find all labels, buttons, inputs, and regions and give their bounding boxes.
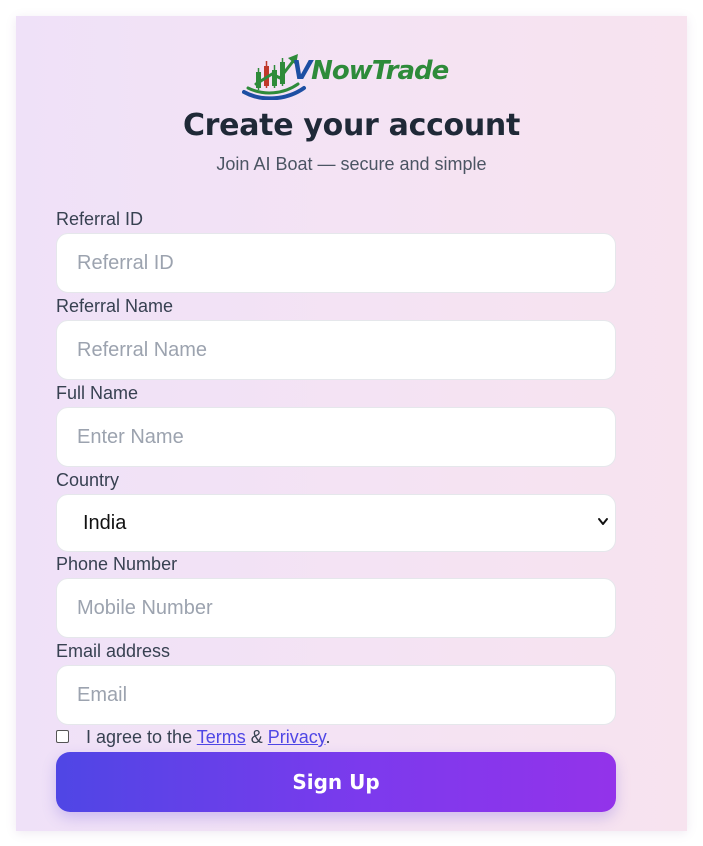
sign-up-button[interactable]: Sign Up [56, 752, 616, 812]
referral-id-input[interactable] [56, 233, 616, 293]
referral-name-label: Referral Name [56, 296, 174, 316]
full-name-input[interactable] [56, 407, 616, 467]
country-select[interactable]: India [56, 494, 616, 552]
agree-prefix: I agree to the [86, 727, 197, 747]
page-subtitle: Join AI Boat — secure and simple [216, 154, 487, 174]
country-selected-value: India [83, 512, 127, 534]
agree-text: I agree to the Terms & Privacy. [86, 727, 330, 748]
phone-label: Phone Number [56, 554, 178, 574]
agree-suffix: . [325, 727, 331, 747]
signup-card: VNowTrade Create your account Join AI Bo… [16, 16, 687, 831]
chevron-down-icon [598, 518, 608, 525]
referral-name-input[interactable] [56, 320, 616, 380]
agree-checkbox[interactable] [56, 730, 69, 743]
logo-text-v: V [292, 56, 312, 86]
page-title: Create your account [182, 108, 521, 143]
privacy-link[interactable]: Privacy [268, 727, 326, 747]
terms-link[interactable]: Terms [197, 727, 246, 747]
brand-logo: VNowTrade [242, 48, 449, 100]
referral-id-label: Referral ID [56, 209, 144, 229]
logo-text-rest: NowTrade [311, 56, 449, 86]
agree-middle: & [245, 727, 268, 747]
email-label: Email address [56, 641, 171, 661]
email-input[interactable] [56, 665, 616, 725]
country-label: Country [56, 470, 120, 490]
phone-input[interactable] [56, 578, 616, 638]
full-name-label: Full Name [56, 383, 139, 403]
